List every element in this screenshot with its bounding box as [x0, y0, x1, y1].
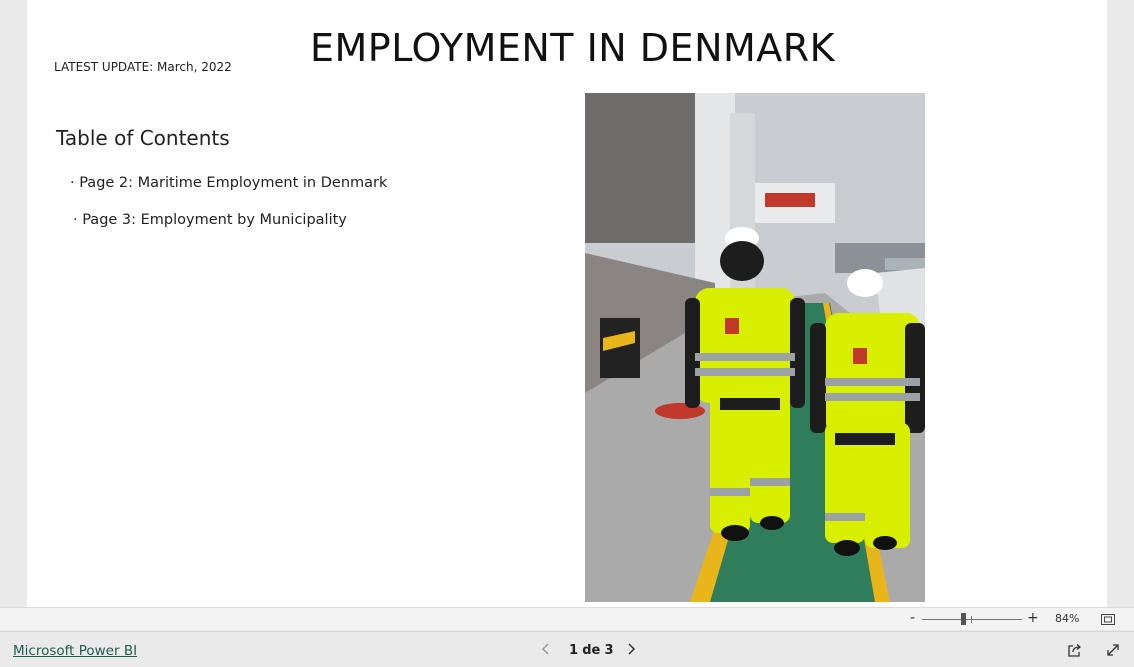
- zoom-slider-center-tick: [971, 616, 972, 623]
- microsoft-power-bi-link[interactable]: Microsoft Power BI: [13, 643, 137, 659]
- zoom-slider-track[interactable]: [922, 619, 1022, 620]
- toc-item-page-2[interactable]: · Page 2: Maritime Employment in Denmark: [70, 175, 387, 191]
- page-current: 1: [569, 643, 579, 658]
- chevron-right-icon[interactable]: [625, 641, 637, 657]
- latest-update-text: LATEST UPDATE: March, 2022: [54, 60, 232, 74]
- page-indicator: 1 de 3: [569, 643, 614, 658]
- report-canvas: LATEST UPDATE: March, 2022 EMPLOYMENT IN…: [27, 0, 1107, 607]
- zoom-slider-thumb[interactable]: [961, 613, 966, 625]
- toc-item-page-3[interactable]: · Page 3: Employment by Municipality: [73, 212, 347, 228]
- chevron-left-icon[interactable]: [540, 641, 552, 657]
- page-separator: de: [582, 643, 601, 658]
- ship-deck-workers-photo: [585, 93, 925, 602]
- zoom-bar: - + 84%: [0, 607, 1134, 630]
- expand-icon[interactable]: [1106, 643, 1120, 657]
- toc-heading: Table of Contents: [56, 126, 230, 150]
- page-total: 3: [604, 643, 614, 658]
- power-bi-report-viewer: LATEST UPDATE: March, 2022 EMPLOYMENT IN…: [0, 0, 1134, 667]
- zoom-out-button[interactable]: -: [910, 610, 915, 626]
- report-title: EMPLOYMENT IN DENMARK: [310, 26, 836, 70]
- report-footer: Microsoft Power BI 1 de 3: [0, 631, 1134, 667]
- zoom-in-button[interactable]: +: [1027, 610, 1039, 626]
- share-icon[interactable]: [1067, 643, 1082, 658]
- zoom-level-value: 84%: [1055, 612, 1080, 625]
- fit-to-page-icon[interactable]: [1101, 614, 1115, 625]
